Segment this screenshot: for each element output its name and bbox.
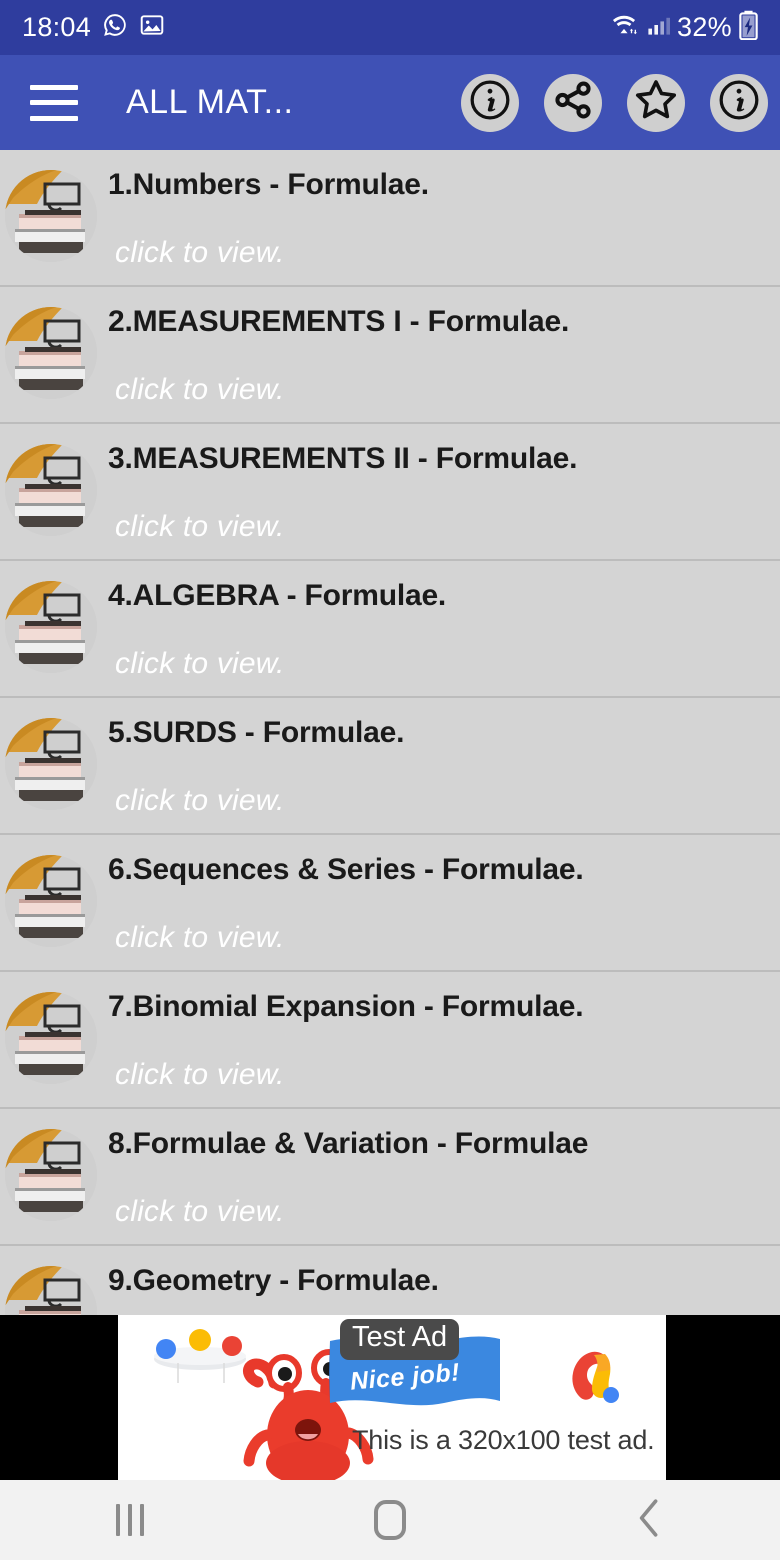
info-icon bbox=[716, 77, 762, 128]
recents-button[interactable] bbox=[0, 1480, 260, 1560]
info-button[interactable] bbox=[461, 73, 519, 132]
list-item[interactable]: 7.Binomial Expansion - Formulae. click t… bbox=[0, 972, 780, 1109]
cellular-signal-icon bbox=[646, 13, 671, 42]
status-bar-left: 18:04 bbox=[22, 12, 609, 43]
app-bar: ALL MAT... bbox=[0, 55, 780, 150]
ad-body-text: This is a 320x100 test ad. bbox=[352, 1425, 655, 1455]
back-icon bbox=[633, 1497, 667, 1544]
book-thumbnail-icon bbox=[5, 1129, 97, 1221]
list-item-title: 1.Numbers - Formulae. bbox=[108, 168, 429, 201]
formula-list[interactable]: 1.Numbers - Formulae. click to view. 2.M… bbox=[0, 150, 780, 1330]
status-time: 18:04 bbox=[22, 12, 92, 42]
list-item-title: 5.SURDS - Formulae. bbox=[108, 716, 405, 749]
hamburger-menu-icon[interactable] bbox=[30, 84, 78, 121]
wifi-icon bbox=[609, 12, 639, 43]
ad-banner[interactable]: Nice job! Test Ad This is a 320x100 test… bbox=[0, 1315, 780, 1480]
list-item-subtitle: click to view. bbox=[115, 236, 285, 269]
star-outline-icon bbox=[633, 77, 679, 128]
list-item[interactable]: 1.Numbers - Formulae. click to view. bbox=[0, 150, 780, 287]
image-icon bbox=[139, 12, 165, 43]
list-item[interactable]: 2.MEASUREMENTS I - Formulae. click to vi… bbox=[0, 287, 780, 424]
list-item-subtitle: click to view. bbox=[115, 510, 285, 543]
book-thumbnail-icon bbox=[5, 444, 97, 536]
whatsapp-icon bbox=[102, 12, 128, 43]
page-title: ALL MAT... bbox=[126, 83, 294, 121]
recents-icon bbox=[116, 1504, 144, 1536]
ad-content[interactable]: Nice job! Test Ad This is a 320x100 test… bbox=[118, 1315, 666, 1480]
about-button[interactable] bbox=[710, 73, 768, 132]
list-item[interactable]: 6.Sequences & Series - Formulae. click t… bbox=[0, 835, 780, 972]
favorite-button[interactable] bbox=[627, 73, 685, 132]
home-icon bbox=[374, 1500, 406, 1540]
android-navigation-bar bbox=[0, 1480, 780, 1560]
list-item-subtitle: click to view. bbox=[115, 647, 285, 680]
book-thumbnail-icon bbox=[5, 170, 97, 262]
book-thumbnail-icon bbox=[5, 855, 97, 947]
list-item-subtitle: click to view. bbox=[115, 1058, 285, 1091]
status-bar: 18:04 32% bbox=[0, 0, 780, 55]
list-item-title: 3.MEASUREMENTS II - Formulae. bbox=[108, 442, 578, 475]
book-thumbnail-icon bbox=[5, 992, 97, 1084]
book-thumbnail-icon bbox=[5, 718, 97, 810]
admob-logo-icon bbox=[562, 1345, 634, 1422]
list-item-subtitle: click to view. bbox=[115, 921, 285, 954]
list-item-title: 9.Geometry - Formulae. bbox=[108, 1264, 439, 1297]
app-bar-actions bbox=[461, 55, 768, 150]
share-icon bbox=[552, 79, 594, 126]
list-item-subtitle: click to view. bbox=[115, 784, 285, 817]
list-item-title: 8.Formulae & Variation - Formulae bbox=[108, 1127, 589, 1160]
back-button[interactable] bbox=[520, 1480, 780, 1560]
list-item[interactable]: 8.Formulae & Variation - Formulae click … bbox=[0, 1109, 780, 1246]
list-item-title: 7.Binomial Expansion - Formulae. bbox=[108, 990, 584, 1023]
book-thumbnail-icon bbox=[5, 307, 97, 399]
list-item[interactable]: 4.ALGEBRA - Formulae. click to view. bbox=[0, 561, 780, 698]
info-icon bbox=[467, 77, 513, 128]
test-ad-label: Test Ad bbox=[340, 1319, 460, 1360]
list-item[interactable]: 3.MEASUREMENTS II - Formulae. click to v… bbox=[0, 424, 780, 561]
share-button[interactable] bbox=[544, 73, 602, 132]
battery-charging-icon bbox=[739, 10, 758, 45]
list-item-subtitle: click to view. bbox=[115, 373, 285, 406]
book-thumbnail-icon bbox=[5, 581, 97, 673]
list-item-subtitle: click to view. bbox=[115, 1195, 285, 1228]
list-item[interactable]: 5.SURDS - Formulae. click to view. bbox=[0, 698, 780, 835]
home-button[interactable] bbox=[260, 1480, 520, 1560]
status-bar-right: 32% bbox=[609, 10, 758, 45]
list-item-title: 6.Sequences & Series - Formulae. bbox=[108, 853, 584, 886]
battery-percent-label: 32% bbox=[677, 12, 732, 42]
list-item-title: 4.ALGEBRA - Formulae. bbox=[108, 579, 447, 612]
list-item-title: 2.MEASUREMENTS I - Formulae. bbox=[108, 305, 570, 338]
